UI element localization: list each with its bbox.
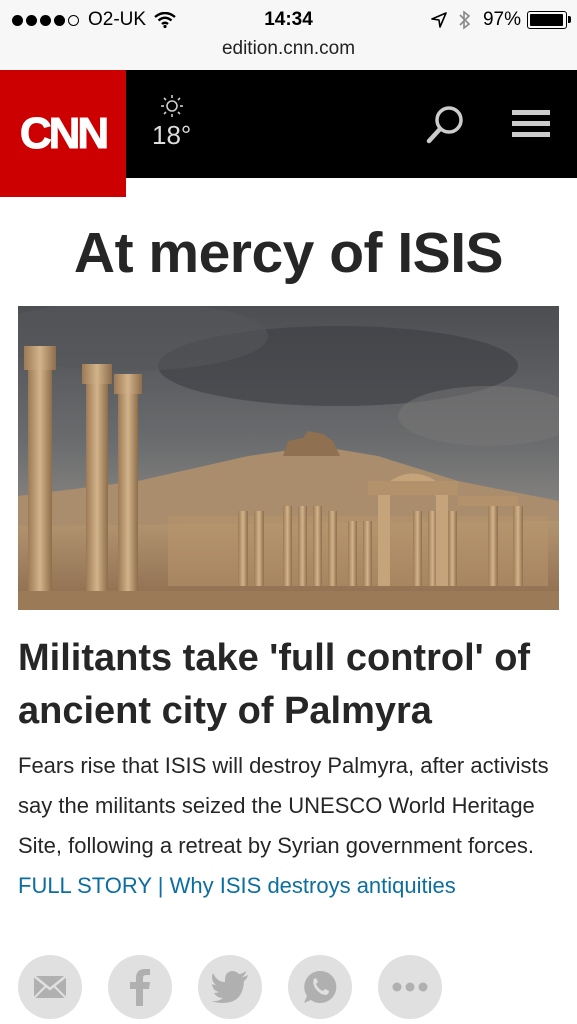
battery-icon	[527, 11, 571, 29]
status-bar: O2-UK 14:34 97% edition.cnn.com	[0, 0, 577, 70]
cnn-logo[interactable]: CNN	[0, 70, 126, 197]
section-headline[interactable]: At mercy of ISIS	[0, 220, 577, 286]
email-icon	[33, 975, 67, 999]
logo-text: CNN	[19, 108, 109, 158]
story-title[interactable]: Militants take 'full control' of ancient…	[18, 632, 563, 738]
bluetooth-icon	[459, 10, 471, 30]
temperature: 18°	[152, 120, 192, 150]
search-icon[interactable]	[425, 104, 467, 146]
address-bar[interactable]: edition.cnn.com	[0, 38, 577, 60]
location-arrow-icon	[431, 12, 447, 28]
hero-image[interactable]	[18, 306, 559, 610]
story-summary: Fears rise that ISIS will destroy Palmyr…	[18, 746, 563, 906]
menu-icon[interactable]	[512, 108, 550, 140]
share-bar	[18, 955, 468, 1019]
twitter-icon	[211, 971, 248, 1003]
story-body-text: Fears rise that ISIS will destroy Palmyr…	[18, 753, 549, 858]
share-twitter-button[interactable]	[198, 955, 262, 1019]
full-story-link[interactable]: FULL STORY	[18, 873, 152, 898]
facebook-icon	[130, 969, 150, 1006]
link-separator: |	[151, 873, 170, 898]
whatsapp-icon	[304, 970, 337, 1003]
sun-icon	[160, 95, 183, 117]
share-more-button[interactable]	[378, 955, 442, 1019]
share-email-button[interactable]	[18, 955, 82, 1019]
weather-widget[interactable]: 18°	[152, 94, 191, 151]
more-icon	[392, 982, 428, 992]
battery-percent: 97%	[482, 9, 521, 30]
share-facebook-button[interactable]	[108, 955, 172, 1019]
related-story-link[interactable]: Why ISIS destroys antiquities	[170, 873, 456, 898]
site-header: CNN 18°	[0, 70, 577, 197]
share-whatsapp-button[interactable]	[288, 955, 352, 1019]
